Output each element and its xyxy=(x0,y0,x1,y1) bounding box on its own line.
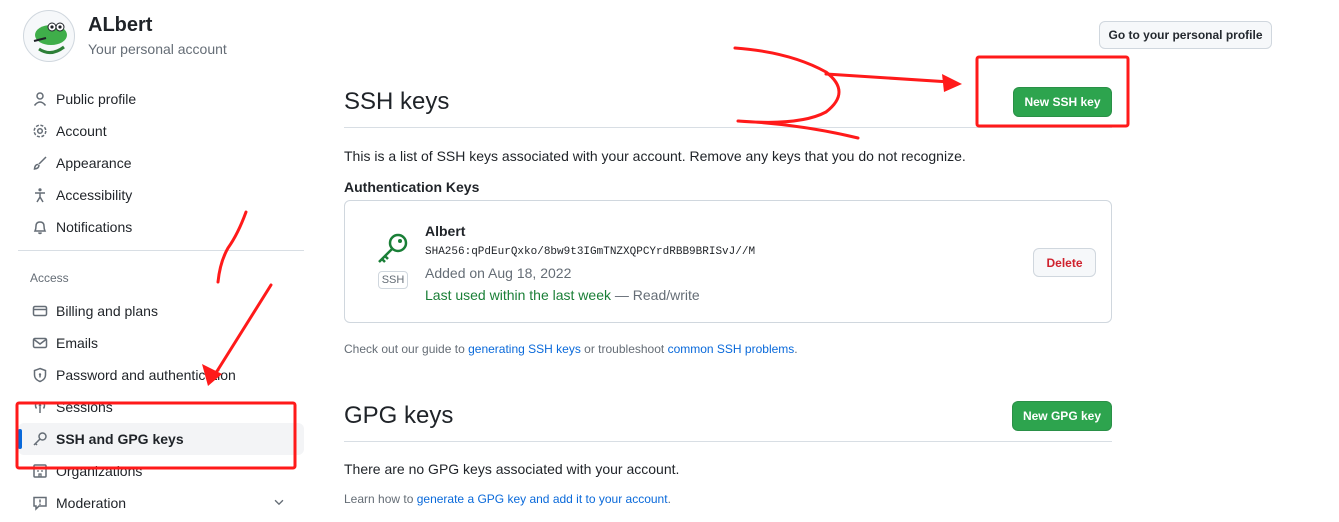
sidebar-item-accessibility[interactable]: Accessibility xyxy=(18,179,304,211)
key-access: — Read/write xyxy=(614,287,700,303)
sidebar-item-ssh-gpg-keys[interactable]: SSH and GPG keys xyxy=(18,423,304,455)
generating-ssh-keys-link[interactable]: generating SSH keys xyxy=(468,342,581,356)
ssh-badge: SSH xyxy=(378,271,408,289)
sidebar-item-label: Organizations xyxy=(56,463,143,479)
bell-icon xyxy=(32,219,48,235)
sidebar-item-label: Sessions xyxy=(56,399,113,415)
generate-gpg-key-link[interactable]: generate a GPG key and add it to your ac… xyxy=(417,492,668,506)
sidebar-item-label: Notifications xyxy=(56,219,133,235)
guide-prefix: Check out our guide to xyxy=(344,342,465,356)
report-icon xyxy=(32,495,48,511)
ssh-key-card xyxy=(344,200,1112,323)
sidebar-item-label: Account xyxy=(56,123,107,139)
sidebar-item-emails[interactable]: Emails xyxy=(18,327,304,359)
shield-icon xyxy=(32,367,48,383)
key-icon xyxy=(375,232,411,269)
sidebar-item-account[interactable]: Account xyxy=(18,115,304,147)
learn-prefix: Learn how to xyxy=(344,492,414,506)
key-usage: Last used within the last week — Read/wr… xyxy=(425,287,700,303)
sidebar-item-public-profile[interactable]: Public profile xyxy=(18,83,304,115)
ssh-section-rule xyxy=(344,127,1112,128)
sidebar-item-organizations[interactable]: Organizations xyxy=(18,455,304,487)
account-subtitle: Your personal account xyxy=(88,41,227,57)
annotation-arrow-shaft-top xyxy=(824,72,952,84)
credit-card-icon xyxy=(32,303,48,319)
new-ssh-key-button[interactable]: New SSH key xyxy=(1013,87,1112,117)
broadcast-icon xyxy=(32,399,48,415)
sidebar-item-password-auth[interactable]: Password and authentication xyxy=(18,359,304,391)
sidebar-item-label: Billing and plans xyxy=(56,303,158,319)
sidebar-item-label: Accessibility xyxy=(56,187,133,203)
key-last-used: Last used within the last week xyxy=(425,287,611,303)
go-to-profile-button[interactable]: Go to your personal profile xyxy=(1099,21,1272,49)
chevron-down-icon[interactable] xyxy=(272,495,286,512)
sidebar-item-sessions[interactable]: Sessions xyxy=(18,391,304,423)
ssh-description: This is a list of SSH keys associated wi… xyxy=(344,148,966,164)
annotation-step-2 xyxy=(733,46,860,140)
new-gpg-key-button[interactable]: New GPG key xyxy=(1012,401,1112,431)
organization-icon xyxy=(32,463,48,479)
sidebar-item-label: Appearance xyxy=(56,155,132,171)
sidebar-item-label: SSH and GPG keys xyxy=(56,431,184,447)
key-added-date: Added on Aug 18, 2022 xyxy=(425,265,572,281)
avatar[interactable] xyxy=(23,10,75,62)
guide-suffix: . xyxy=(794,342,798,356)
sidebar-item-billing[interactable]: Billing and plans xyxy=(18,295,304,327)
ssh-guide-text: Check out our guide to generating SSH ke… xyxy=(344,342,798,356)
sidebar-item-moderation[interactable]: Moderation xyxy=(18,487,304,519)
gpg-keys-title: GPG keys xyxy=(344,402,454,429)
authentication-keys-heading: Authentication Keys xyxy=(344,179,480,195)
ssh-keys-title: SSH keys xyxy=(344,88,450,115)
key-icon xyxy=(32,431,48,447)
paintbrush-icon xyxy=(32,155,48,171)
sidebar-item-label: Moderation xyxy=(56,495,127,511)
gpg-section-rule xyxy=(344,441,1112,442)
delete-key-button[interactable]: Delete xyxy=(1033,248,1096,277)
common-ssh-problems-link[interactable]: common SSH problems xyxy=(668,342,795,356)
sidebar-item-label: Public profile xyxy=(56,91,137,107)
sidebar-heading-access: Access xyxy=(30,271,69,285)
sidebar-item-notifications[interactable]: Notifications xyxy=(18,211,304,243)
key-title: Albert xyxy=(425,223,466,239)
person-icon xyxy=(32,91,48,107)
sidebar-item-label: Password and authentication xyxy=(56,367,236,383)
gear-icon xyxy=(32,123,48,139)
sidebar-item-label: Emails xyxy=(56,335,99,351)
learn-suffix: . xyxy=(667,492,671,506)
sidebar-divider xyxy=(18,250,304,251)
mail-icon xyxy=(32,335,48,351)
key-fingerprint: SHA256:qPdEurQxko/8bw9t3IGmTNZXQPCYrdRBB… xyxy=(425,246,756,258)
guide-middle: or troubleshoot xyxy=(584,342,665,356)
annotation-arrowhead-top xyxy=(942,74,962,92)
accessibility-icon xyxy=(32,187,48,203)
sidebar-item-appearance[interactable]: Appearance xyxy=(18,147,304,179)
user-name[interactable]: ALbert xyxy=(88,14,152,37)
gpg-empty-text: There are no GPG keys associated with yo… xyxy=(344,461,680,477)
gpg-learn-text: Learn how to generate a GPG key and add … xyxy=(344,492,671,506)
